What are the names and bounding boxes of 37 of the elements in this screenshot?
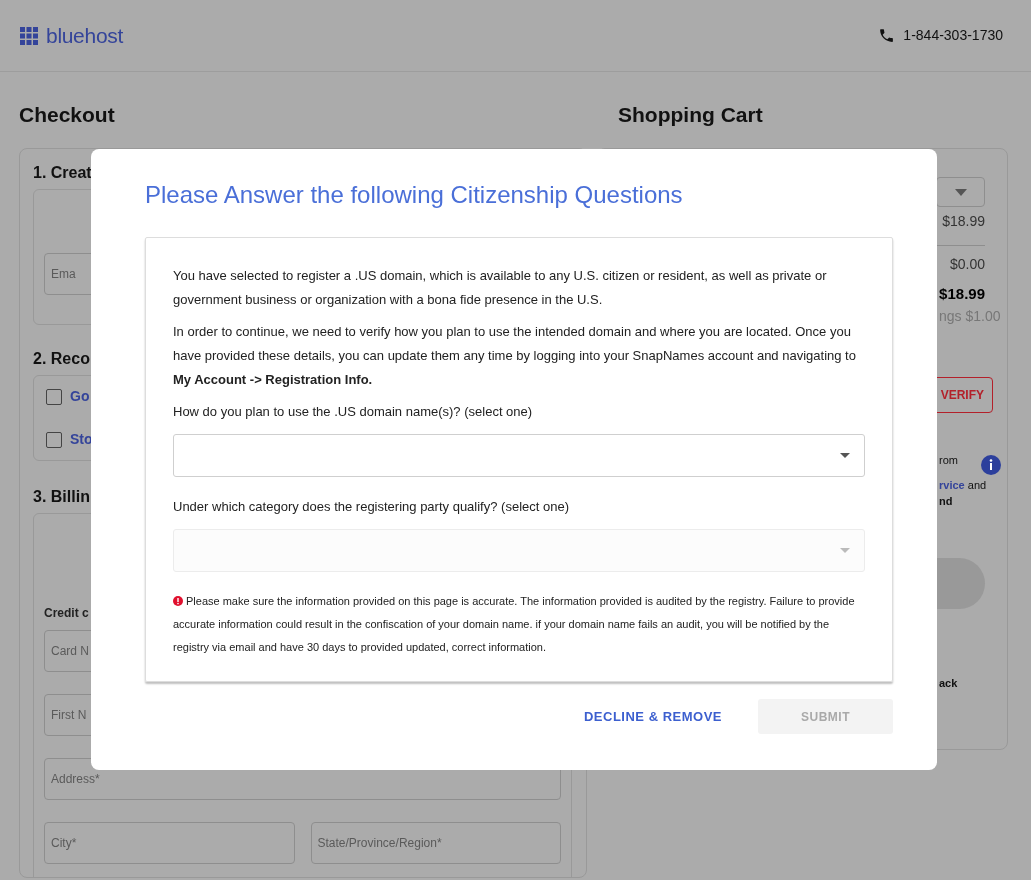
discount-text: $0.00 xyxy=(949,255,985,274)
terms-link[interactable]: rvice xyxy=(939,478,965,491)
section-heading: 3. Billin xyxy=(33,487,90,507)
caret-icon xyxy=(840,548,850,553)
guarantee-text: ack xyxy=(939,675,958,691)
price-text: $18.99 xyxy=(942,212,985,231)
notice-text: rom xyxy=(939,453,958,469)
phone-icon xyxy=(878,27,896,44)
input-field[interactable]: City* xyxy=(44,822,295,864)
page-heading: Shopping Cart xyxy=(618,102,764,128)
input-field[interactable]: State/Province/Region* xyxy=(310,822,561,864)
info-icon[interactable] xyxy=(981,454,1001,475)
terms-text: nd xyxy=(939,494,953,509)
phone-number[interactable]: 1-844-303-1730 xyxy=(903,25,1003,46)
terms-text: rvice and xyxy=(939,477,987,493)
caret-icon xyxy=(840,453,850,458)
question-label: How do you plan to use the .US domain name(s)? (select one) xyxy=(173,403,534,421)
select-field[interactable] xyxy=(173,434,865,477)
decline-button[interactable]: DECLINE & REMOVE xyxy=(584,699,722,734)
paragraph: In order to continue, we need to verify how you plan to use the intended domain and where you are located. Once you have provided these details, you can update them any time by logging into your SnapNames account and navigating to My Account -> Registration Info. xyxy=(173,323,857,389)
checkbox[interactable] xyxy=(46,388,62,405)
dialog-title: Please Answer the following Citizenship Questions xyxy=(145,180,684,210)
caret-icon xyxy=(954,188,967,196)
option-label[interactable]: Sto xyxy=(70,429,93,450)
logo-text[interactable]: bluehost xyxy=(46,19,123,52)
warning-text: Please make sure the information provided on this page is accurate. The information provided is audited by the registry. Failure to provide accurate information could result in the confiscation of your domain name. if your domain name fails an audit, you will be notified by the registry via email and have 30 days to provided updated, correct information. xyxy=(173,594,856,655)
checkbox[interactable] xyxy=(46,431,62,448)
alert-icon xyxy=(173,596,183,606)
logo-grid-icon xyxy=(20,26,38,45)
page-heading: Checkout xyxy=(19,102,116,128)
question-label: Under which category does the registering party qualify? (select one) xyxy=(173,498,570,516)
payment-method-label: Credit c xyxy=(44,605,89,622)
section-heading: 1. Creat xyxy=(33,163,92,183)
section-heading: 2. Reco xyxy=(33,349,90,369)
paragraph: You have selected to register a .US domain, which is available to any U.S. citizen or resident, as well as private or government business or organization with a bona fide presence in the U.S. xyxy=(173,267,828,309)
total-text: $18.99 xyxy=(939,284,985,304)
option-label[interactable]: Go xyxy=(70,386,90,407)
